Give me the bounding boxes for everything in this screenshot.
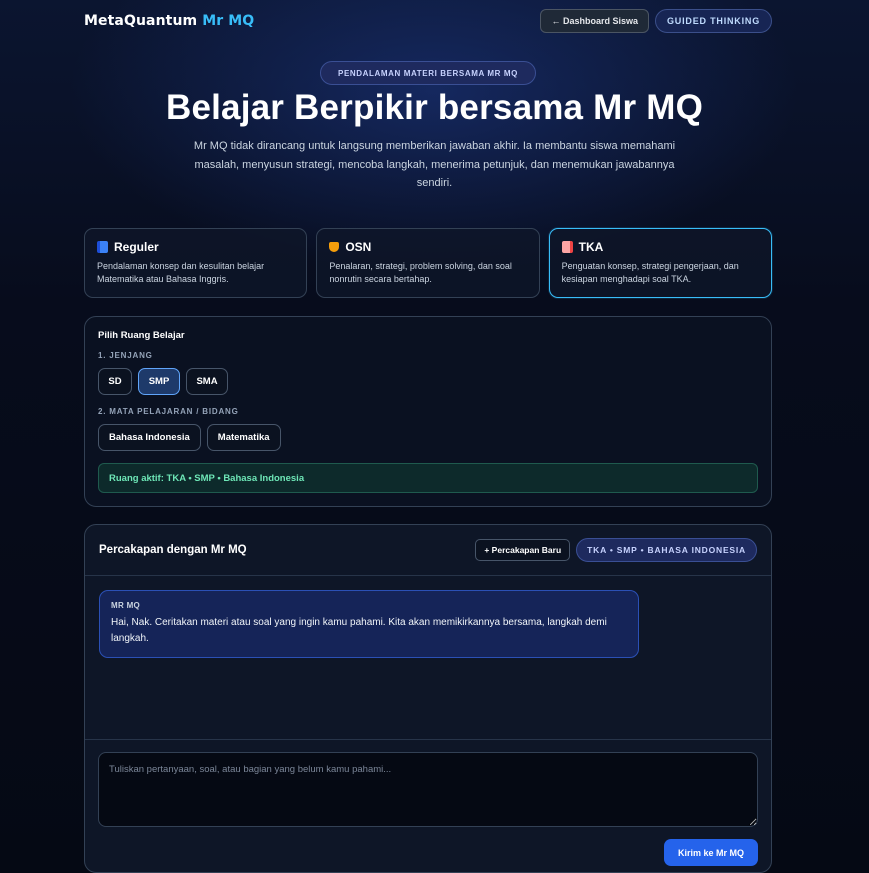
track-card-osn[interactable]: OSN Penalaran, strategi, problem solving… [316, 228, 540, 298]
trophy-icon [329, 242, 340, 252]
brand-accent: Mr MQ [202, 13, 255, 29]
message-bubble: MR MQ Hai, Nak. Ceritakan materi atau so… [99, 590, 639, 658]
chat-panel: Percakapan dengan Mr MQ + Percakapan Bar… [84, 524, 772, 873]
subject-label: 2. MATA PELAJARAN / BIDANG [98, 407, 239, 416]
subject-chip-bahasa-indonesia[interactable]: Bahasa Indonesia [98, 424, 201, 451]
track-description: Penalaran, strategi, problem solving, da… [329, 261, 512, 284]
chat-header: Percakapan dengan Mr MQ + Percakapan Bar… [85, 525, 771, 576]
track-title: Reguler [114, 240, 159, 254]
track-description: Penguatan konsep, strategi pengerjaan, d… [561, 261, 739, 284]
message-sender: MR MQ [111, 601, 141, 610]
level-chip-sma[interactable]: SMA [186, 368, 228, 395]
book-icon [97, 241, 108, 253]
track-title-row: TKA [561, 240, 759, 254]
room-title: Pilih Ruang Belajar [98, 330, 185, 341]
hero-description: Mr MQ tidak dirancang untuk langsung mem… [193, 140, 676, 189]
chat-composer: Kirim ke Mr MQ [85, 739, 771, 872]
brand-logo[interactable]: MetaQuantum Mr MQ [84, 13, 254, 29]
new-conversation-button[interactable]: + Percakapan Baru [475, 539, 571, 561]
top-bar: MetaQuantum Mr MQ ← Dashboard Siswa GUID… [84, 9, 772, 33]
send-button[interactable]: Kirim ke Mr MQ [663, 839, 758, 866]
track-title-row: Reguler [97, 240, 294, 254]
track-title-row: OSN [329, 240, 526, 254]
chat-actions: + Percakapan Baru TKA • SMP • BAHASA IND… [475, 538, 757, 562]
hero-badge: PENDALAMAN MATERI BERSAMA MR MQ [320, 61, 536, 85]
subject-chips: Bahasa Indonesia Matematika [98, 424, 758, 451]
level-chip-smp[interactable]: SMP [138, 368, 180, 395]
track-title: TKA [578, 240, 604, 254]
message-text: Hai, Nak. Ceritakan materi atau soal yan… [111, 617, 607, 644]
level-chip-sd[interactable]: SD [98, 368, 132, 395]
page-title: Belajar Berpikir bersama Mr MQ [165, 88, 704, 127]
track-title: OSN [345, 240, 372, 254]
room-badge: TKA • SMP • BAHASA INDONESIA [576, 538, 757, 562]
track-card-reguler[interactable]: Reguler Pendalaman konsep dan kesulitan … [84, 228, 308, 298]
guided-thinking-badge[interactable]: GUIDED THINKING [655, 9, 772, 33]
track-selector: Reguler Pendalaman konsep dan kesulitan … [84, 228, 772, 298]
active-room-status: Ruang aktif: TKA • SMP • Bahasa Indonesi… [98, 463, 758, 493]
send-row: Kirim ke Mr MQ [98, 839, 758, 866]
dashboard-button[interactable]: ← Dashboard Siswa [540, 9, 649, 33]
brand-name: MetaQuantum [84, 13, 198, 29]
document-icon [561, 241, 573, 253]
level-label: 1. JENJANG [98, 351, 153, 360]
subject-chip-matematika[interactable]: Matematika [206, 424, 281, 451]
track-description: Pendalaman konsep dan kesulitan belajar … [97, 261, 265, 284]
level-chips: SD SMP SMA [98, 368, 758, 395]
message-input[interactable] [98, 752, 758, 827]
room-selector-panel: Pilih Ruang Belajar 1. JENJANG SD SMP SM… [84, 316, 772, 507]
top-actions: ← Dashboard Siswa GUIDED THINKING [540, 9, 772, 33]
chat-messages: MR MQ Hai, Nak. Ceritakan materi atau so… [85, 576, 771, 739]
chat-title: Percakapan dengan Mr MQ [99, 544, 247, 556]
track-card-tka[interactable]: TKA Penguatan konsep, strategi pengerjaa… [548, 228, 772, 298]
